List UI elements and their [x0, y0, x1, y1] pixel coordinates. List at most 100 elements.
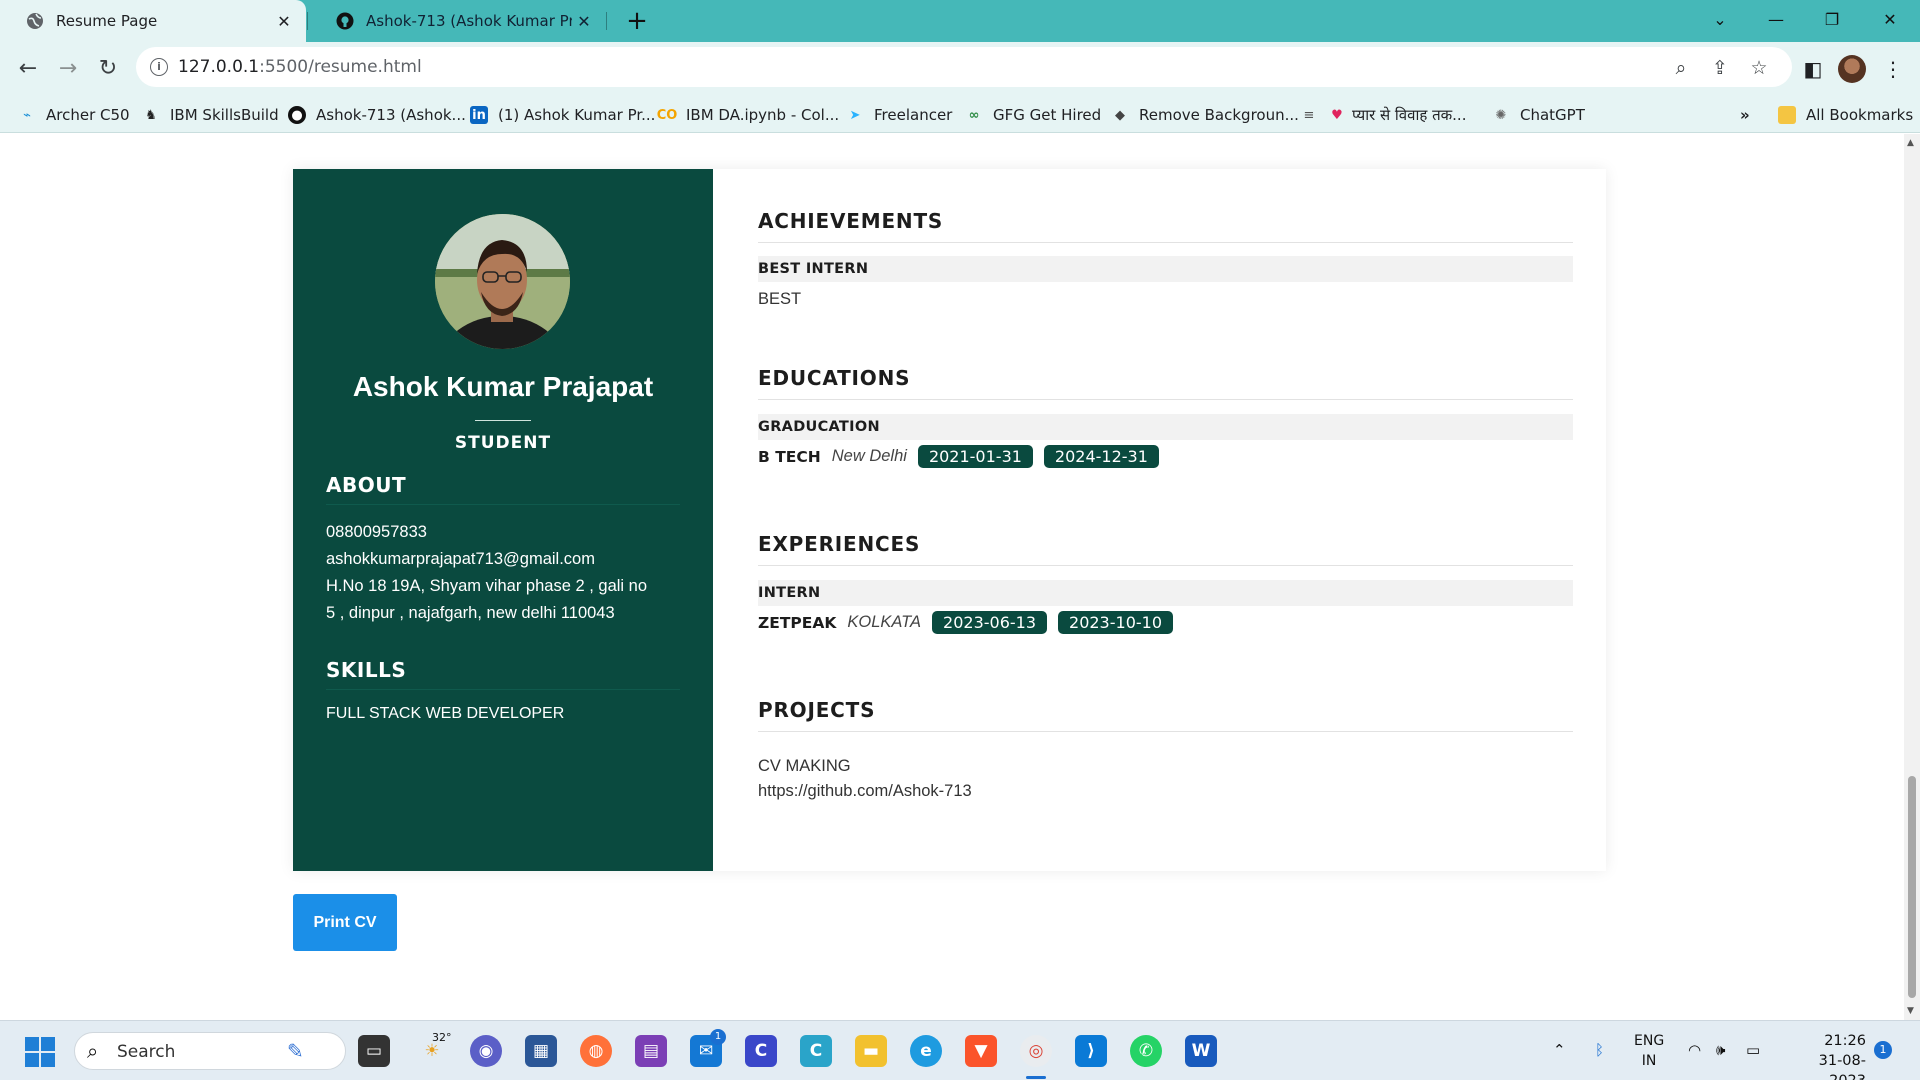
- address-bar[interactable]: i 127.0.0.1:5500/resume.html ⌕ ⇪ ☆: [136, 47, 1792, 87]
- clipchamp-icon[interactable]: ▤: [635, 1035, 667, 1067]
- weather-temp: 32°: [432, 1031, 452, 1044]
- bookmark-label: GFG Get Hired: [993, 106, 1102, 124]
- firefox-icon[interactable]: ◍: [580, 1035, 612, 1067]
- restore-icon[interactable]: ❐: [1804, 0, 1860, 42]
- zoom-icon[interactable]: ⌕: [1668, 55, 1694, 81]
- achievement-description: BEST: [758, 290, 802, 308]
- bookmark-item[interactable]: CO IBM DA.ipynb - Col...: [657, 104, 839, 126]
- profile-avatar[interactable]: [1838, 55, 1866, 83]
- globe-icon: [26, 12, 44, 30]
- page-viewport: Ashok Kumar Prajapat STUDENT ABOUT 08800…: [0, 134, 1904, 1020]
- bookmark-item[interactable]: ∞ GFG Get Hired: [965, 104, 1102, 126]
- achievement-title: BEST INTERN: [758, 261, 869, 277]
- url-path: :5500/resume.html: [259, 57, 422, 77]
- task-view-icon[interactable]: ▭: [358, 1035, 390, 1067]
- reload-icon[interactable]: ↻: [92, 53, 124, 85]
- language-indicator[interactable]: ENG IN: [1634, 1031, 1664, 1071]
- all-bookmarks[interactable]: All Bookmarks: [1778, 104, 1913, 126]
- all-bookmarks-label: All Bookmarks: [1806, 106, 1914, 124]
- name-divider: [475, 420, 531, 421]
- chat-icon[interactable]: ◉: [470, 1035, 502, 1067]
- vscode-icon[interactable]: ⟩: [1075, 1035, 1107, 1067]
- archer-icon: ⌁: [23, 107, 31, 123]
- system-clock[interactable]: 21:26 31-08-2023: [1782, 1031, 1866, 1080]
- experience-company: ZETPEAK: [758, 613, 837, 632]
- taskbar-search-label: Search: [117, 1042, 176, 1062]
- brave-icon[interactable]: ▼: [965, 1035, 997, 1067]
- experience-location: KOLKATA: [847, 613, 922, 631]
- experiences-divider: [758, 565, 1573, 566]
- bookmarks-overflow-icon[interactable]: »: [1740, 104, 1750, 126]
- educations-divider: [758, 399, 1573, 400]
- projects-heading: PROJECTS: [758, 698, 876, 722]
- close-tab-icon[interactable]: ✕: [272, 12, 296, 31]
- github-icon: [336, 12, 354, 30]
- tab-title: Resume Page: [56, 12, 158, 30]
- edge-icon[interactable]: e: [910, 1035, 942, 1067]
- resume-role: STUDENT: [454, 433, 552, 453]
- bookmark-item[interactable]: ♞ IBM SkillsBuild: [142, 104, 279, 126]
- volume-icon[interactable]: 🕪: [1716, 1041, 1725, 1059]
- tray-overflow-icon[interactable]: ⌃: [1553, 1041, 1566, 1059]
- chrome-icon[interactable]: ◎: [1020, 1035, 1052, 1067]
- about-divider: [326, 504, 680, 505]
- word-icon[interactable]: W: [1185, 1035, 1217, 1067]
- battery-icon[interactable]: ▭: [1746, 1041, 1760, 1059]
- notification-badge[interactable]: 1: [1874, 1041, 1892, 1059]
- education-location: New Delhi: [831, 447, 907, 465]
- book-stack-icon: ≡: [1303, 107, 1315, 123]
- address-line-2: 5 , dinpur , najafgarh, new delhi 110043: [326, 604, 615, 622]
- whatsapp-icon[interactable]: ✆: [1130, 1035, 1162, 1067]
- close-tab-icon[interactable]: ✕: [572, 12, 596, 31]
- profile-photo: [435, 214, 570, 349]
- project-link[interactable]: https://github.com/Ashok-713: [758, 782, 972, 801]
- scrollbar-thumb[interactable]: [1908, 776, 1916, 998]
- education-title: GRADUCATION: [758, 419, 880, 435]
- store-icon[interactable]: ▦: [525, 1035, 557, 1067]
- bookmark-item[interactable]: ≡ ♥ प्यार से विवाह तक...: [1300, 104, 1467, 126]
- browser-toolbar: ← → ↻ i 127.0.0.1:5500/resume.html ⌕ ⇪ ☆…: [0, 42, 1920, 97]
- achievements-divider: [758, 242, 1573, 243]
- site-info-icon[interactable]: i: [150, 58, 168, 76]
- experience-start-date: 2023-06-13: [932, 611, 1048, 634]
- side-panel-icon[interactable]: ◧: [1798, 54, 1828, 84]
- heart-icon: ♥: [1331, 107, 1343, 123]
- url-text[interactable]: 127.0.0.1:5500/resume.html: [178, 57, 422, 77]
- gfg-icon: ∞: [968, 107, 980, 123]
- address-line-1: H.No 18 19A, Shyam vihar phase 2 , gali …: [326, 577, 648, 595]
- education-end-date: 2024-12-31: [1043, 445, 1159, 468]
- windows-start-icon[interactable]: [25, 1037, 55, 1067]
- back-icon[interactable]: ←: [12, 53, 44, 85]
- tab-resume-page[interactable]: Resume Page ✕: [0, 0, 306, 42]
- print-cv-button[interactable]: Print CV: [293, 894, 397, 951]
- experience-end-date: 2023-10-10: [1058, 611, 1173, 634]
- page-scrollbar[interactable]: ▲ ▼: [1904, 134, 1920, 1020]
- taskbar-search[interactable]: ⌕ Search ✎: [74, 1032, 346, 1070]
- new-tab-icon[interactable]: +: [622, 6, 652, 36]
- bookmark-item[interactable]: ⌁ Archer C50: [18, 104, 130, 126]
- scroll-up-icon[interactable]: ▲: [1907, 138, 1914, 148]
- bookmark-item[interactable]: ◆ Remove Backgroun...: [1111, 104, 1299, 126]
- tab-github[interactable]: Ashok-713 (Ashok Kumar Prajapat) ✕: [310, 0, 606, 42]
- freelancer-icon: ➤: [849, 107, 861, 123]
- bookmark-item[interactable]: ✺ ChatGPT: [1492, 104, 1585, 126]
- bookmark-item[interactable]: ➤ Freelancer: [846, 104, 953, 126]
- bookmark-item[interactable]: ● Ashok-713 (Ashok...: [288, 104, 466, 126]
- scroll-down-icon[interactable]: ▼: [1907, 1006, 1914, 1016]
- tab-search-chevron-icon[interactable]: ⌄: [1692, 0, 1748, 42]
- bookmark-star-icon[interactable]: ☆: [1746, 55, 1772, 81]
- bookmark-label: IBM SkillsBuild: [170, 106, 279, 124]
- canva-icon[interactable]: C: [745, 1035, 777, 1067]
- education-start-date: 2021-01-31: [917, 445, 1033, 468]
- close-window-icon[interactable]: ✕: [1862, 0, 1918, 42]
- minimize-icon[interactable]: —: [1748, 0, 1804, 42]
- resume-card: Ashok Kumar Prajapat STUDENT ABOUT 08800…: [293, 169, 1606, 871]
- menu-kebab-icon[interactable]: ⋮: [1878, 54, 1908, 84]
- file-explorer-icon[interactable]: ▬: [855, 1035, 887, 1067]
- canva-alt-icon[interactable]: C: [800, 1035, 832, 1067]
- bookmark-item[interactable]: in (1) Ashok Kumar Pr...: [470, 104, 655, 126]
- forward-icon[interactable]: →: [52, 53, 84, 85]
- wifi-icon[interactable]: ◠: [1688, 1041, 1701, 1059]
- bluetooth-icon[interactable]: ᛒ: [1595, 1041, 1604, 1059]
- share-icon[interactable]: ⇪: [1707, 55, 1733, 81]
